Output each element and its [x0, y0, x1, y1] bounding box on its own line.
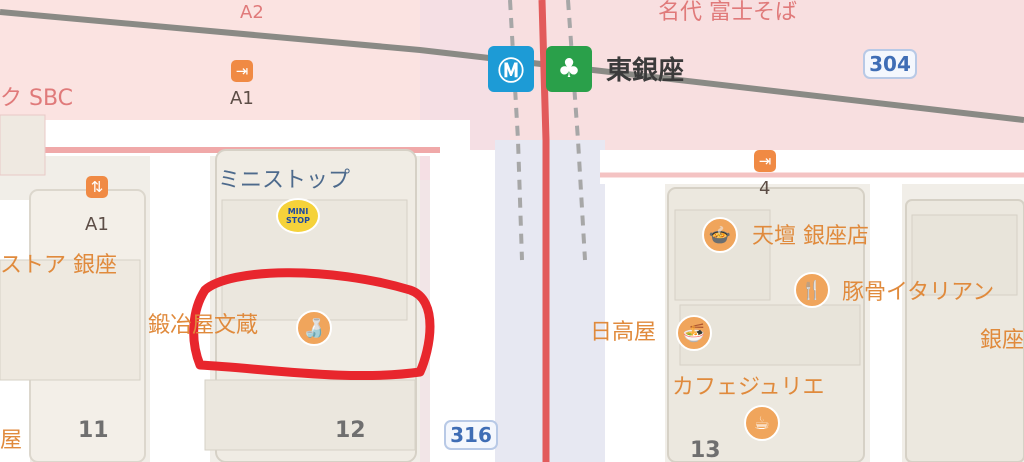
place-label-kajiya[interactable]: 鍛冶屋文蔵: [148, 315, 258, 337]
exit-icon-4[interactable]: ⇥: [754, 150, 776, 172]
block-number-11: 11: [78, 418, 109, 443]
label-bottom-left[interactable]: 屋: [0, 430, 22, 452]
place-label-tendan[interactable]: 天壇 銀座店: [752, 226, 869, 248]
ramen-icon[interactable]: 🍜: [676, 315, 712, 351]
fork-knife-icon[interactable]: 🍴: [794, 272, 830, 308]
station-label[interactable]: 東銀座: [606, 58, 684, 84]
convenience-store-icon[interactable]: MINI STOP: [276, 198, 320, 234]
route-shield-304: 304: [863, 49, 917, 79]
exit-label-4: 4: [759, 178, 771, 199]
block-number-12: 12: [335, 418, 366, 443]
place-label-cafe[interactable]: カフェジュリエ: [672, 377, 824, 399]
elevator-icon[interactable]: ⇅: [86, 176, 108, 198]
label-sbc[interactable]: ク SBC: [0, 88, 73, 110]
restaurant-icon[interactable]: 🍲: [702, 217, 738, 253]
place-label-ministop[interactable]: ミニストップ: [218, 170, 350, 192]
cafe-icon[interactable]: ☕: [744, 405, 780, 441]
label-fujisoba[interactable]: 名代 富士そば: [658, 2, 797, 24]
exit-label-a1-2: A1: [85, 214, 109, 235]
route-shield-316: 316: [444, 420, 498, 450]
izakaya-icon[interactable]: 🍶: [296, 310, 332, 346]
place-label-tonkotsu[interactable]: 豚骨イタリアン: [842, 282, 994, 304]
toei-subway-icon[interactable]: ♣: [546, 46, 592, 92]
label-right-ginza[interactable]: 銀座: [980, 330, 1024, 352]
place-label-hidakaya[interactable]: 日高屋: [590, 322, 656, 344]
ministop-badge-text: MINI STOP: [286, 207, 310, 225]
map-view[interactable]: Ⓜ ♣ 東銀座 A2 ⇥ A1 ⇅ A1 ⇥ 4 304 316 名代 富士そば…: [0, 0, 1024, 462]
block-number-13: 13: [690, 438, 721, 462]
exit-label-a2: A2: [240, 2, 264, 23]
label-store-ginza[interactable]: ストア 銀座: [0, 255, 117, 277]
exit-label-a1: A1: [230, 88, 254, 109]
exit-icon[interactable]: ⇥: [231, 60, 253, 82]
tokyo-metro-icon[interactable]: Ⓜ: [488, 46, 534, 92]
